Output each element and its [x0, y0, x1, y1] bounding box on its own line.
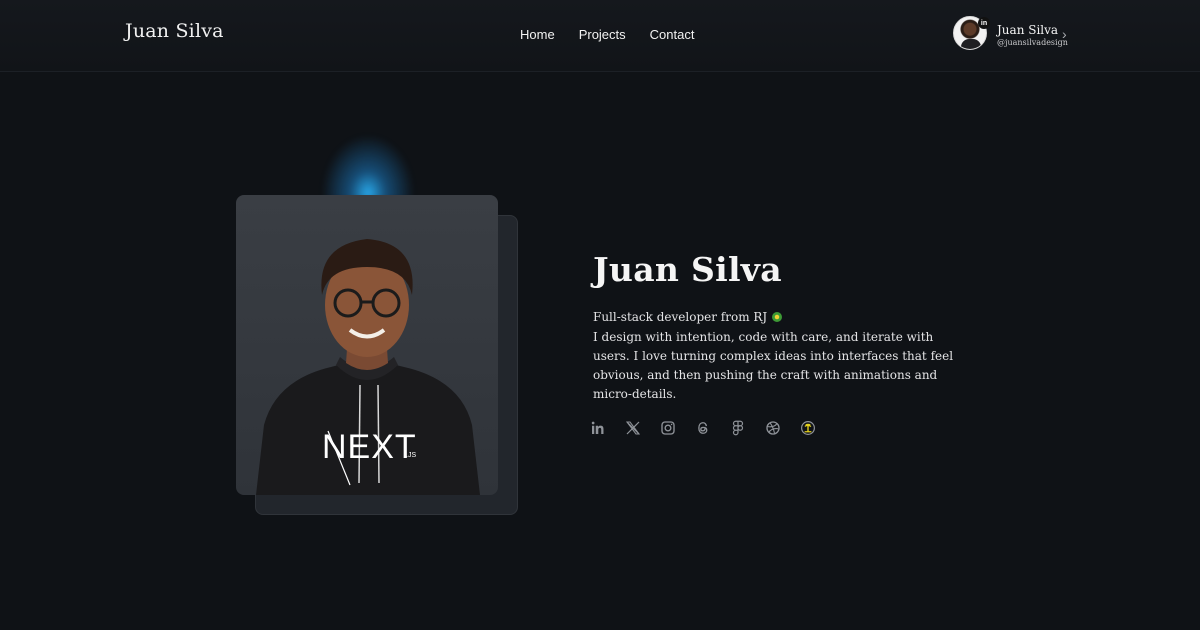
figma-icon[interactable] [728, 418, 748, 438]
hero-name: Juan Silva [593, 250, 782, 289]
island-icon[interactable] [798, 418, 818, 438]
subtitle-text: Full-stack developer from RJ [593, 310, 768, 324]
chevron-right-icon: › [1062, 26, 1067, 42]
avatar-body [961, 39, 981, 49]
profile-photo: NEXT .JS [256, 239, 480, 495]
nav-link-projects[interactable]: Projects [579, 27, 626, 42]
threads-icon[interactable] [693, 418, 713, 438]
main-nav: Home Projects Contact [520, 27, 718, 42]
blue-glow [318, 130, 418, 200]
shirt-logo-suffix: .JS [406, 452, 416, 459]
nav-link-contact[interactable]: Contact [650, 27, 695, 42]
hero-bio: I design with intention, code with care,… [593, 330, 954, 401]
photo-card: NEXT .JS [236, 195, 498, 495]
linkedin-icon[interactable] [588, 418, 608, 438]
dribbble-icon[interactable] [763, 418, 783, 438]
shirt-logo-text: NEXT [322, 428, 417, 466]
profile-handle: @juansilvadesign [997, 38, 1068, 47]
hero-subtitle: Full-stack developer from RJ [593, 310, 783, 324]
instagram-icon[interactable] [658, 418, 678, 438]
social-links [588, 418, 833, 438]
profile-name: Juan Silva [997, 23, 1059, 37]
x-icon[interactable] [623, 418, 643, 438]
brazil-flag-icon [772, 312, 783, 322]
profile-chip[interactable]: in Juan Silva @juansilvadesign › [953, 16, 1073, 52]
top-navbar: Juan Silva Home Projects Contact in Juan… [0, 0, 1200, 72]
linkedin-badge-icon: in [978, 17, 990, 29]
nav-link-home[interactable]: Home [520, 27, 555, 42]
brand-logo[interactable]: Juan Silva [125, 20, 224, 42]
